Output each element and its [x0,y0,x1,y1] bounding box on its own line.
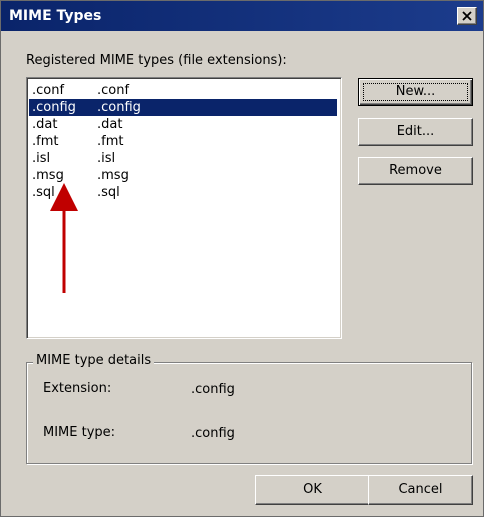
edit-button[interactable]: Edit... [358,118,473,146]
new-button[interactable]: New... [358,78,473,106]
list-item[interactable]: .dat .dat [29,116,337,133]
list-item-mime-type: .isl [97,151,116,166]
list-item-extension: .conf [32,83,65,98]
arrow-up-icon [50,183,78,293]
extension-label: Extension: [43,381,112,396]
list-item[interactable]: .conf .conf [29,82,337,99]
close-icon [462,11,472,21]
list-item-mime-type: .msg [97,168,129,183]
focus-indicator [363,83,468,101]
remove-button-label: Remove [389,163,442,178]
cancel-button-label: Cancel [398,482,443,497]
extension-value: .config [191,382,235,397]
list-item-extension: .fmt [32,134,59,149]
list-item-extension: .isl [32,151,51,166]
mime-type-value: .config [191,426,235,441]
list-item-extension: .config [32,100,76,115]
list-item[interactable]: .fmt .fmt [29,133,337,150]
title-bar[interactable]: MIME Types [1,1,483,31]
list-item-mime-type: .sql [97,185,120,200]
mime-types-dialog: MIME Types Registered MIME types (file e… [0,0,484,517]
window-title: MIME Types [9,8,102,24]
edit-button-label: Edit... [396,124,435,139]
close-button[interactable] [457,7,477,25]
list-item-extension: .dat [32,117,58,132]
remove-button[interactable]: Remove [358,157,473,185]
mime-type-label: MIME type: [43,425,116,440]
list-caption: Registered MIME types (file extensions): [26,53,287,68]
list-item-mime-type: .fmt [97,134,124,149]
list-item-selected[interactable]: .config .config [29,99,337,116]
list-item-mime-type: .config [97,100,141,115]
list-item-mime-type: .conf [97,83,130,98]
list-item-mime-type: .dat [97,117,123,132]
list-caption-text: Registered MIME types (file extensions): [26,53,287,68]
list-item[interactable]: .isl .isl [29,150,337,167]
cancel-button[interactable]: Cancel [368,475,473,505]
mime-type-details-group [26,362,472,464]
ok-button[interactable]: OK [255,475,370,505]
ok-button-label: OK [303,482,322,497]
details-group-label: MIME type details [33,353,155,368]
